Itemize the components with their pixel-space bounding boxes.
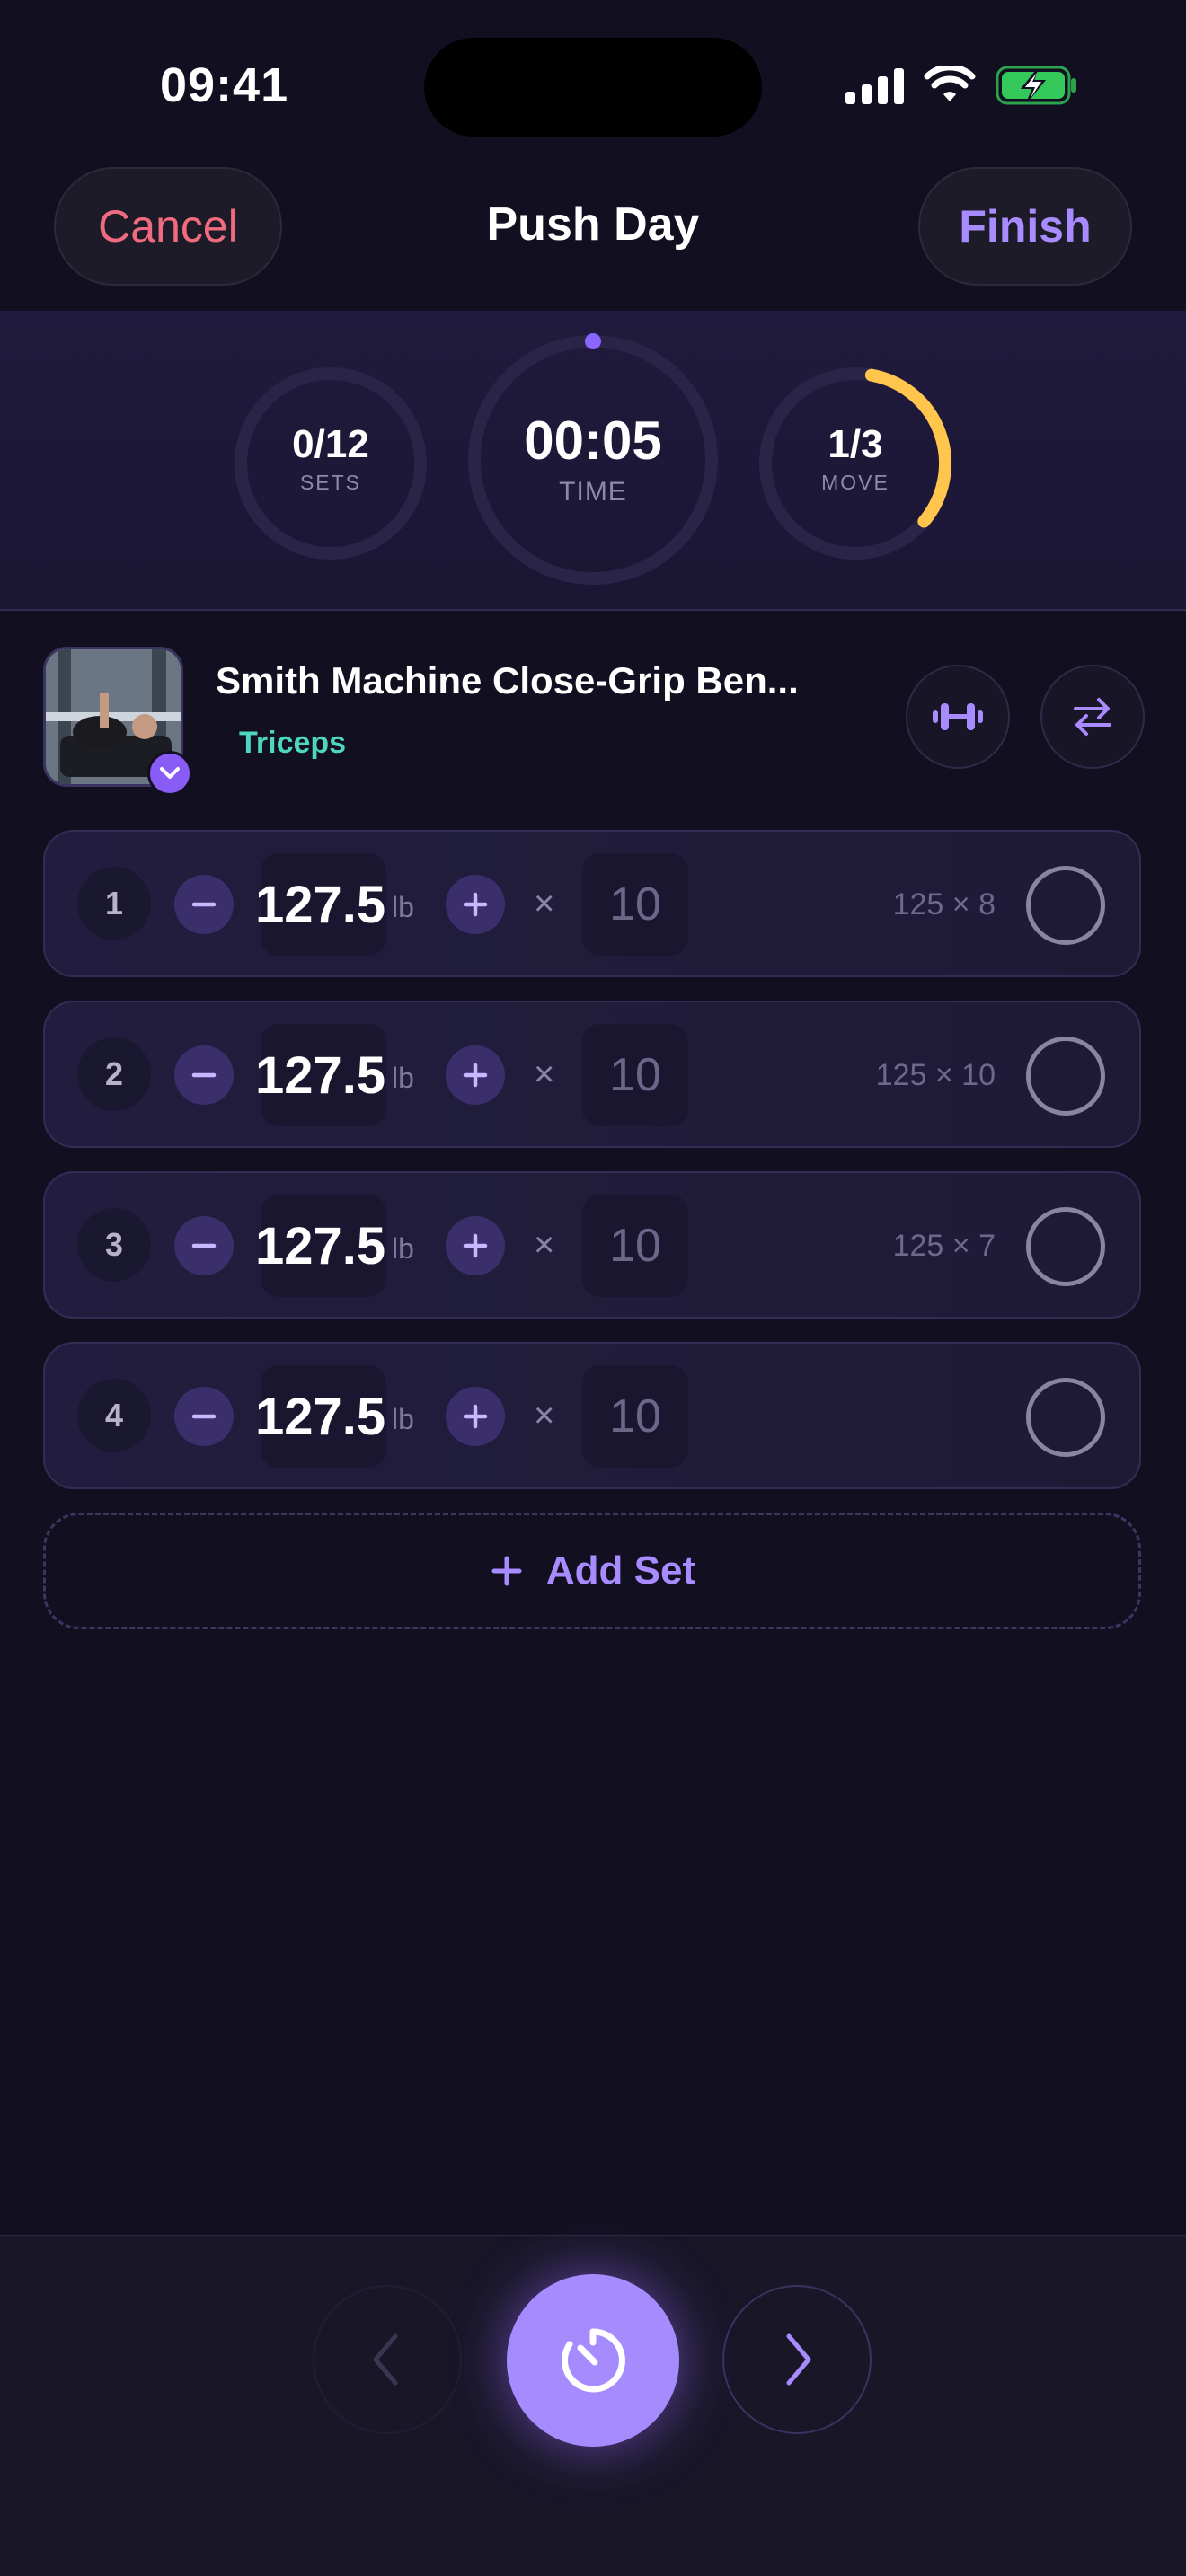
status-time: 09:41: [160, 58, 289, 112]
move-label: MOVE: [821, 471, 890, 494]
increase-weight-button[interactable]: [446, 1387, 505, 1446]
timer-icon: [561, 2328, 625, 2393]
set-number: 2: [77, 1037, 151, 1111]
weight-value[interactable]: 127.5: [255, 1387, 385, 1447]
set-number: 1: [77, 867, 151, 940]
increase-weight-button[interactable]: [446, 1216, 505, 1275]
set-row: 2 127.5 lb × 10 125 × 10: [43, 1001, 1141, 1148]
minus-icon: [191, 902, 217, 907]
wifi-icon: [924, 66, 976, 101]
decrease-weight-button[interactable]: [174, 1216, 234, 1275]
finish-button[interactable]: Finish: [918, 167, 1132, 286]
move-value: 1/3: [828, 422, 883, 466]
add-set-label: Add Set: [545, 1548, 696, 1592]
workout-screen: 09:41 Cancel Push Day Finish 0/12 SETS 0…: [0, 0, 1186, 2576]
complete-set-checkbox[interactable]: [1026, 1037, 1105, 1116]
rest-timer-button[interactable]: [507, 2274, 679, 2447]
times-sign: ×: [534, 1054, 555, 1094]
set-number: 4: [77, 1379, 151, 1452]
decrease-weight-button[interactable]: [174, 1045, 234, 1105]
sets-label: SETS: [299, 471, 362, 494]
chevron-down-icon: [160, 767, 180, 779]
equipment-button[interactable]: [906, 665, 1010, 769]
reps-field[interactable]: 10: [582, 1024, 688, 1126]
previous-performance: 125 × 7: [892, 1229, 996, 1263]
complete-set-checkbox[interactable]: [1026, 866, 1105, 945]
previous-performance: 125 × 10: [875, 1058, 996, 1092]
weight-unit: lb: [392, 891, 414, 923]
sets-progress-ring: 0/12 SETS: [232, 365, 429, 562]
move-progress-ring: 1/3 MOVE: [757, 365, 954, 562]
decrease-weight-button[interactable]: [174, 875, 234, 934]
sets-value: 0/12: [292, 422, 369, 466]
minus-icon: [191, 1414, 217, 1419]
swap-arrows-icon: [1074, 698, 1111, 736]
dynamic-island: [424, 38, 762, 137]
muscle-tag: Triceps: [239, 726, 347, 760]
plus-icon: [463, 1404, 488, 1429]
battery-charging-icon: [996, 66, 1076, 105]
thumb-badge[interactable]: [147, 751, 192, 796]
plus-icon: [463, 892, 488, 917]
dumbbell-icon: [933, 703, 983, 730]
decrease-weight-button[interactable]: [174, 1387, 234, 1446]
minus-icon: [191, 1243, 217, 1248]
reps-field[interactable]: 10: [582, 1195, 688, 1297]
minus-icon: [191, 1072, 217, 1078]
time-progress-ring: 00:05 TIME: [465, 332, 721, 587]
increase-weight-button[interactable]: [446, 1045, 505, 1105]
times-sign: ×: [534, 1225, 555, 1265]
time-label: TIME: [559, 477, 627, 507]
weight-value[interactable]: 127.5: [255, 1216, 385, 1276]
increase-weight-button[interactable]: [446, 875, 505, 934]
previous-exercise-button[interactable]: [313, 2285, 462, 2434]
reps-field[interactable]: 10: [582, 1365, 688, 1468]
plus-icon: [491, 1556, 522, 1586]
elapsed-time: 00:05: [524, 410, 662, 471]
next-exercise-button[interactable]: [722, 2285, 872, 2434]
reps-field[interactable]: 10: [582, 853, 688, 956]
cellular-signal-icon: [845, 66, 904, 104]
chevron-right-icon: [786, 2333, 811, 2386]
set-row: 4 127.5 lb × 10: [43, 1342, 1141, 1489]
add-set-button[interactable]: Add Set: [43, 1513, 1141, 1629]
weight-value[interactable]: 127.5: [255, 875, 385, 935]
previous-performance: 125 × 8: [892, 887, 996, 922]
times-sign: ×: [534, 884, 555, 923]
status-icons: [845, 65, 1078, 106]
complete-set-checkbox[interactable]: [1026, 1207, 1105, 1286]
complete-set-checkbox[interactable]: [1026, 1378, 1105, 1457]
progress-summary: 0/12 SETS 00:05 TIME 1/3 MOVE: [0, 311, 1186, 611]
plus-icon: [463, 1233, 488, 1258]
weight-unit: lb: [392, 1403, 414, 1435]
weight-value[interactable]: 127.5: [255, 1045, 385, 1106]
set-number: 3: [77, 1208, 151, 1282]
swap-exercise-button[interactable]: [1040, 665, 1145, 769]
weight-unit: lb: [392, 1062, 414, 1094]
weight-unit: lb: [392, 1232, 414, 1265]
exercise-name[interactable]: Smith Machine Close-Grip Ben...: [216, 659, 799, 702]
times-sign: ×: [534, 1396, 555, 1435]
set-row: 1 127.5 lb × 10 125 × 8: [43, 830, 1141, 977]
chevron-left-icon: [373, 2333, 398, 2386]
plus-icon: [463, 1063, 488, 1088]
set-row: 3 127.5 lb × 10 125 × 7: [43, 1171, 1141, 1319]
